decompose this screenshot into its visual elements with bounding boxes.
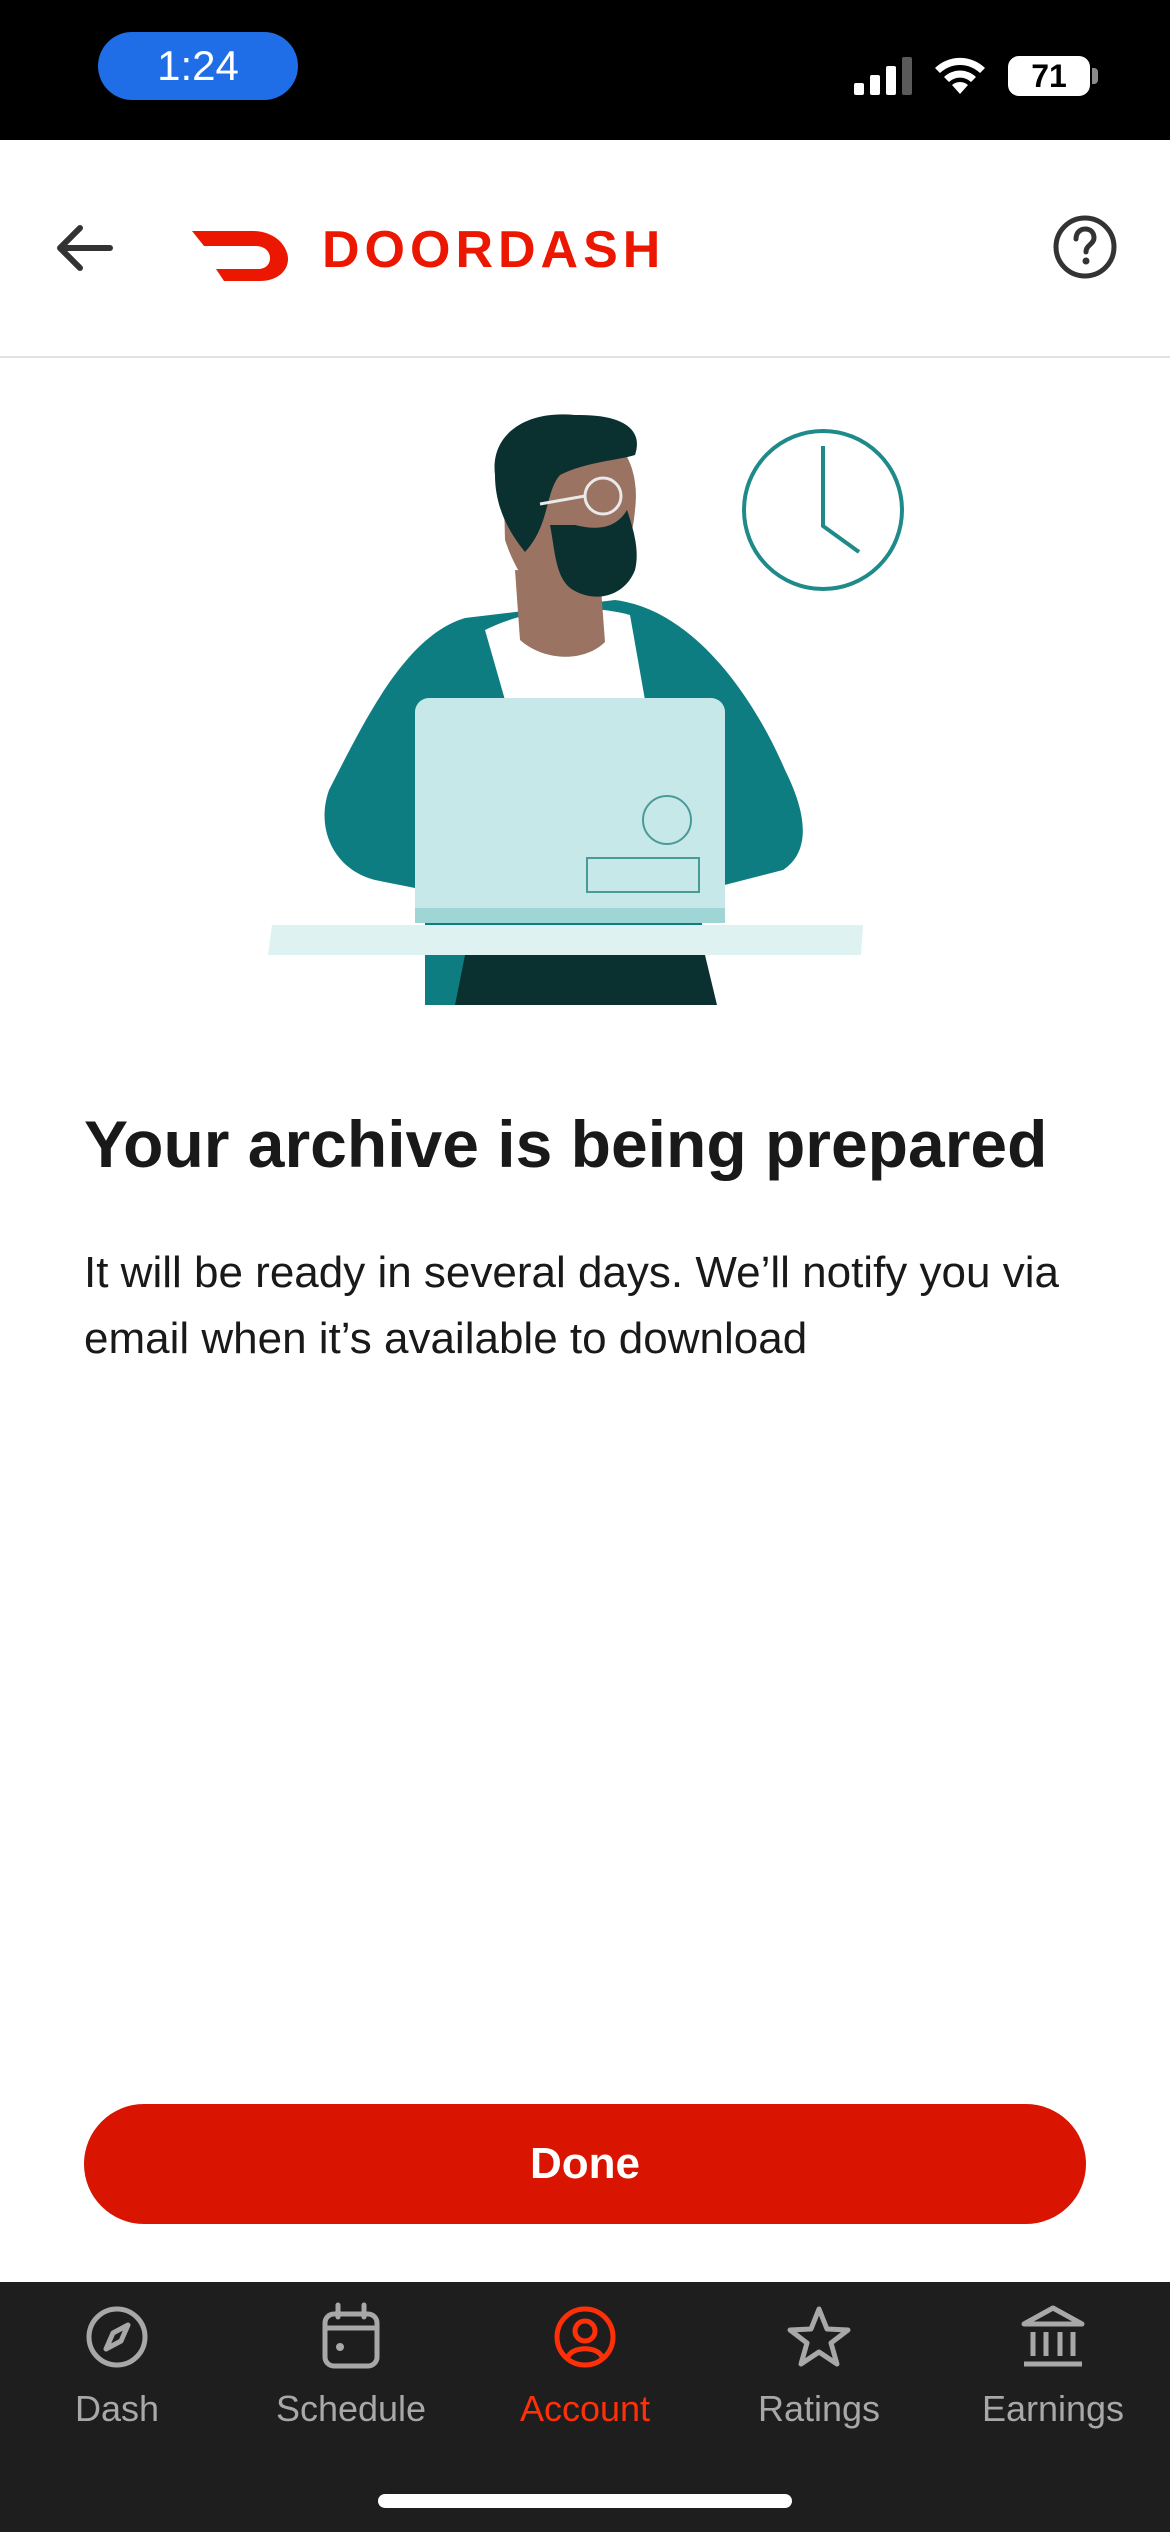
arrow-left-icon[interactable] bbox=[50, 218, 120, 278]
battery-indicator: 71 bbox=[1008, 56, 1090, 96]
nav-item-schedule[interactable]: Schedule bbox=[234, 2282, 468, 2452]
star-icon bbox=[787, 2306, 851, 2367]
nav-item-account[interactable]: Account bbox=[468, 2282, 702, 2452]
bank-icon bbox=[1021, 2305, 1085, 2367]
nav-label-dash: Dash bbox=[74, 2388, 160, 2429]
nav-item-earnings[interactable]: Earnings bbox=[936, 2282, 1170, 2452]
header: DOORDASH bbox=[0, 140, 1170, 358]
battery-cap bbox=[1092, 68, 1098, 84]
brand-wordmark: DOORDASH bbox=[322, 221, 666, 279]
calendar-icon bbox=[322, 2302, 380, 2369]
nav-label-ratings: Ratings bbox=[757, 2388, 881, 2429]
compass-icon bbox=[86, 2306, 148, 2368]
status-bar: 1:24 71 bbox=[0, 0, 1170, 140]
nav-label-earnings: Earnings bbox=[981, 2388, 1125, 2429]
nav-item-ratings[interactable]: Ratings bbox=[702, 2282, 936, 2452]
wifi-icon bbox=[935, 57, 985, 94]
home-indicator bbox=[378, 2494, 792, 2508]
nav-label-schedule: Schedule bbox=[275, 2388, 427, 2429]
done-button[interactable]: Done bbox=[84, 2104, 1086, 2224]
nav-label-account: Account bbox=[519, 2388, 651, 2429]
page-title: Your archive is being prepared bbox=[84, 1107, 1048, 1181]
person-at-laptop-illustration bbox=[268, 414, 904, 1005]
cellular-signal-icon bbox=[854, 57, 912, 95]
user-circle-icon bbox=[554, 2306, 616, 2368]
doordash-logo-icon bbox=[192, 231, 288, 281]
nav-item-dash[interactable]: Dash bbox=[0, 2282, 234, 2452]
status-time: 1:24 bbox=[98, 32, 298, 100]
question-circle-icon[interactable] bbox=[1052, 214, 1118, 280]
description-text: It will be ready in several days. We’ll … bbox=[84, 1248, 1059, 1363]
